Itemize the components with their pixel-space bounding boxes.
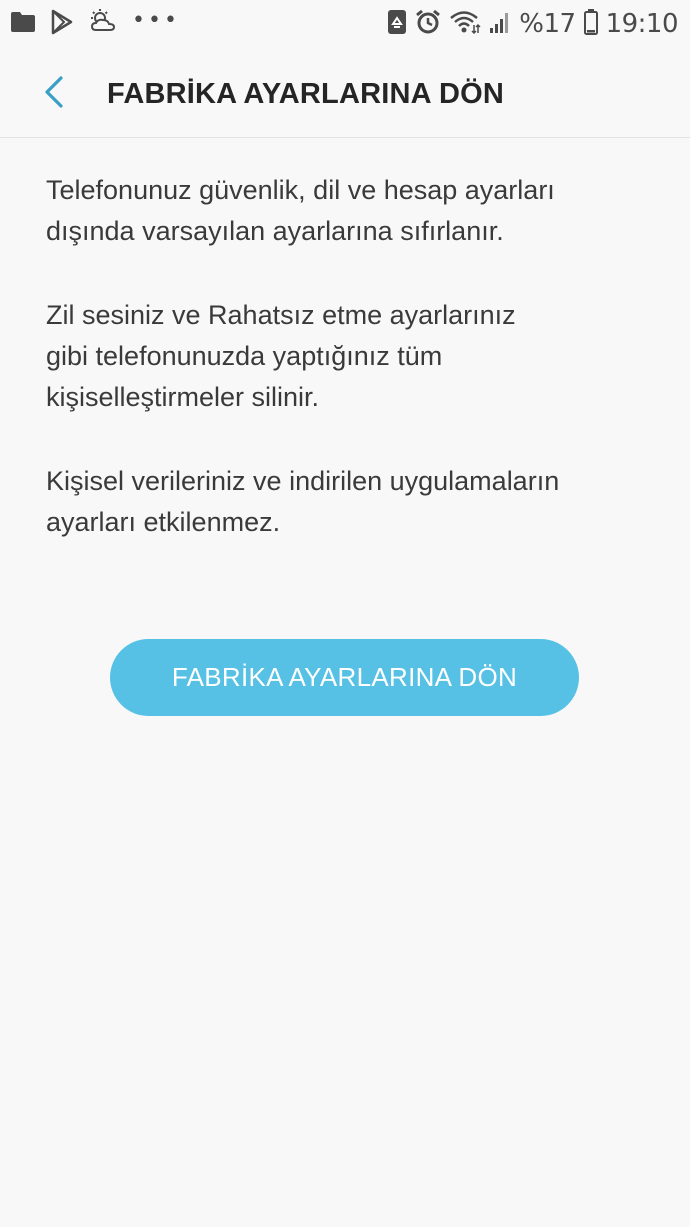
signal-icon xyxy=(489,10,511,39)
battery-icon xyxy=(583,8,598,40)
more-notifications-icon: ••• xyxy=(132,7,180,33)
description-paragraph: Telefonunuz güvenlik, dil ve hesap ayarl… xyxy=(46,175,555,246)
description-paragraph: Kişisel verileriniz ve indirilen uygulam… xyxy=(46,466,560,537)
status-bar: ••• %17 19:10 xyxy=(0,0,690,48)
status-bar-right: %17 19:10 xyxy=(387,8,679,40)
chevron-left-icon xyxy=(42,75,66,114)
description-paragraph: Zil sesiniz ve Rahatsız etme ayarlarınız… xyxy=(46,300,516,412)
battery-percent: %17 xyxy=(519,9,576,39)
folder-icon xyxy=(10,11,36,38)
screen: ••• %17 19:10 FABRİKA AYARLARINA DÖN Tel… xyxy=(0,0,690,1227)
play-store-icon xyxy=(50,9,74,40)
description: Telefonunuz güvenlik, dil ve hesap ayarl… xyxy=(46,170,646,586)
back-button[interactable] xyxy=(30,70,78,118)
factory-reset-button[interactable]: FABRİKA AYARLARINA DÖN xyxy=(110,639,579,716)
page-title: FABRİKA AYARLARINA DÖN xyxy=(107,78,505,110)
wifi-icon xyxy=(449,9,481,40)
alarm-icon xyxy=(415,9,441,40)
recycle-app-icon xyxy=(387,9,407,40)
weather-icon xyxy=(88,8,118,40)
clock: 19:10 xyxy=(605,9,679,39)
status-bar-left: ••• xyxy=(10,8,180,40)
app-bar: FABRİKA AYARLARINA DÖN xyxy=(0,48,690,138)
